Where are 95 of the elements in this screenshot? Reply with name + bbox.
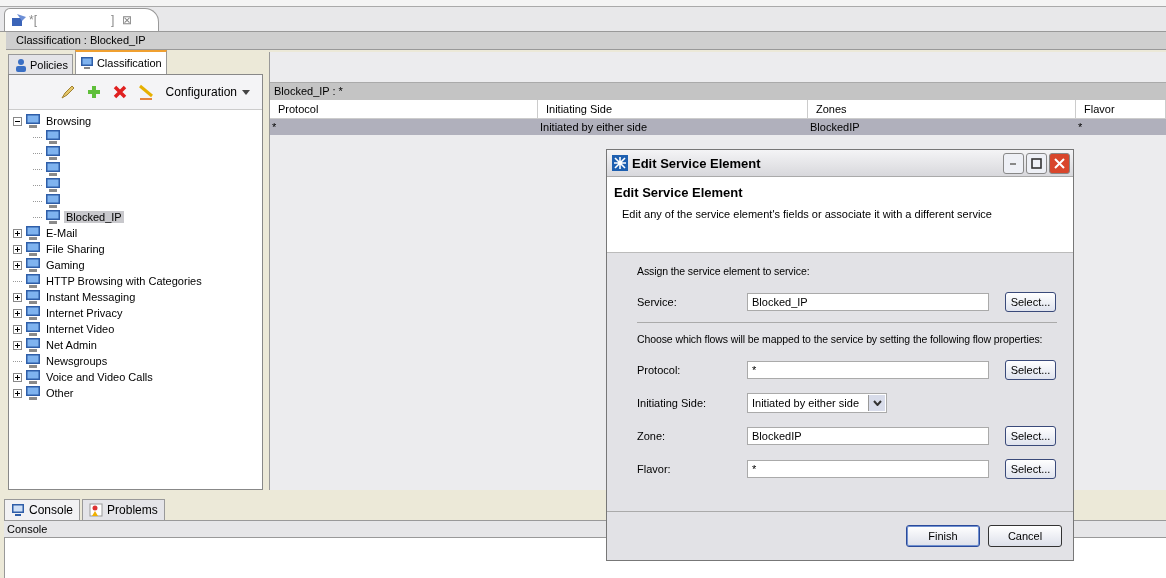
chevron-down-icon bbox=[872, 399, 882, 406]
table-cell-text: * bbox=[1077, 120, 1084, 135]
close-icon bbox=[1054, 157, 1065, 169]
monitor-icon bbox=[25, 321, 41, 337]
tree-item[interactable]: Other bbox=[44, 387, 76, 399]
maximize-icon bbox=[1031, 157, 1042, 169]
column-header[interactable]: Zones bbox=[808, 100, 1076, 118]
column-header[interactable]: Flavor bbox=[1076, 100, 1166, 118]
select-button[interactable]: Select... bbox=[1005, 458, 1056, 479]
close-icon[interactable]: ⊠ bbox=[122, 13, 133, 27]
table-cell-text: * bbox=[271, 120, 278, 135]
tree-item[interactable]: Internet Privacy bbox=[44, 307, 125, 319]
input-field[interactable]: BlockedIP bbox=[747, 426, 989, 445]
monitor-icon bbox=[25, 337, 41, 353]
monitor-icon bbox=[25, 289, 41, 305]
section-label: Choose which flows will be mapped to the service by setting the following flow properties: bbox=[637, 333, 1044, 345]
view-tab[interactable]: Classification bbox=[74, 50, 167, 74]
monitor-icon bbox=[79, 56, 94, 70]
column-header[interactable]: Protocol bbox=[270, 100, 538, 118]
monitor-icon bbox=[45, 177, 61, 193]
field-label: Flavor: bbox=[637, 462, 672, 475]
monitor-icon bbox=[45, 145, 61, 161]
maximize-button[interactable] bbox=[1026, 152, 1047, 174]
expander-icon[interactable] bbox=[13, 324, 22, 334]
editor-header: Classification : Blocked_IP bbox=[6, 32, 1166, 50]
monitor-icon bbox=[45, 193, 61, 209]
field-label: Protocol: bbox=[637, 363, 682, 376]
field-label: Service: bbox=[637, 295, 678, 308]
editor-tab[interactable]: *[ ] ⊠ bbox=[4, 8, 160, 31]
tree-item[interactable]: HTTP Browsing with Categories bbox=[44, 275, 204, 287]
tree-item[interactable]: Blocked_IP bbox=[64, 211, 124, 223]
input-field[interactable]: * bbox=[747, 360, 989, 379]
minimize-icon bbox=[1009, 161, 1018, 165]
tree-item[interactable]: Gaming bbox=[44, 259, 87, 271]
monitor-icon bbox=[11, 503, 25, 517]
app-icon bbox=[612, 155, 628, 171]
dropdown[interactable]: Initiated by either side bbox=[747, 392, 887, 413]
tree-item[interactable]: Internet Video bbox=[44, 323, 117, 335]
dialog-title: Edit Service Element bbox=[632, 155, 761, 171]
policy-editor-icon bbox=[11, 12, 27, 28]
view-tab[interactable]: Problems bbox=[82, 499, 165, 520]
delete-icon[interactable] bbox=[111, 84, 128, 100]
field-label: Initiating Side: bbox=[637, 396, 708, 409]
caret-icon bbox=[242, 89, 250, 95]
pencil-brush-icon[interactable] bbox=[59, 84, 76, 100]
select-button[interactable]: Select... bbox=[1005, 425, 1056, 446]
table-cell-text: BlockedIP bbox=[809, 120, 861, 135]
tree-item[interactable]: E-Mail bbox=[44, 227, 80, 239]
input-field[interactable]: * bbox=[747, 459, 989, 478]
tree-item[interactable]: Net Admin bbox=[44, 339, 99, 351]
user-icon bbox=[13, 57, 27, 72]
monitor-icon bbox=[25, 305, 41, 321]
expander-icon[interactable] bbox=[13, 388, 22, 398]
table-title: Blocked_IP : * bbox=[270, 83, 1166, 100]
table-cell-text: Initiated by either side bbox=[539, 120, 648, 135]
tree-item[interactable]: Instant Messaging bbox=[44, 291, 138, 303]
tree-item[interactable]: Browsing bbox=[44, 115, 94, 127]
monitor-icon bbox=[45, 161, 61, 177]
service-field[interactable]: Blocked_IP bbox=[747, 292, 989, 311]
close-button[interactable] bbox=[1049, 152, 1070, 174]
monitor-icon bbox=[25, 369, 41, 385]
warning-icon bbox=[89, 503, 104, 517]
expander-icon[interactable] bbox=[13, 228, 22, 238]
view-tab[interactable]: Console bbox=[4, 499, 81, 520]
dialog-button[interactable]: Cancel bbox=[988, 525, 1062, 547]
expander-icon[interactable] bbox=[13, 260, 22, 270]
dialog-heading: Edit Service Element bbox=[614, 185, 744, 200]
select-button[interactable]: Select... bbox=[1005, 359, 1056, 380]
dialog-description: Edit any of the service element's fields or associate it with a different service bbox=[621, 208, 993, 220]
monitor-icon bbox=[25, 273, 41, 289]
monitor-icon bbox=[25, 225, 41, 241]
tree-item[interactable]: Voice and Video Calls bbox=[44, 371, 155, 383]
minimize-button[interactable] bbox=[1003, 152, 1024, 174]
monitor-icon bbox=[25, 241, 41, 257]
configuration-menu[interactable]: Configuration bbox=[163, 85, 252, 99]
tree-item[interactable]: File Sharing bbox=[44, 243, 107, 255]
dialog-button[interactable]: Finish bbox=[906, 525, 980, 547]
monitor-icon bbox=[25, 353, 41, 369]
field-label: Zone: bbox=[637, 429, 667, 442]
section-label: Assign the service element to service: bbox=[637, 265, 811, 277]
expander-icon[interactable] bbox=[13, 292, 22, 302]
expander-icon[interactable] bbox=[13, 244, 22, 254]
monitor-icon bbox=[45, 209, 61, 225]
tree-item[interactable]: Newsgroups bbox=[44, 355, 110, 367]
expander-icon[interactable] bbox=[13, 372, 22, 382]
column-header[interactable]: Initiating Side bbox=[538, 100, 808, 118]
monitor-icon bbox=[25, 385, 41, 401]
expander-icon[interactable] bbox=[13, 340, 22, 350]
view-tab[interactable]: Policies bbox=[8, 54, 73, 74]
select-button[interactable]: Select... bbox=[1005, 291, 1056, 312]
monitor-icon bbox=[25, 113, 41, 129]
monitor-icon bbox=[45, 129, 61, 145]
monitor-icon bbox=[25, 257, 41, 273]
expander-icon[interactable] bbox=[13, 308, 22, 318]
expander-icon[interactable] bbox=[13, 116, 22, 126]
